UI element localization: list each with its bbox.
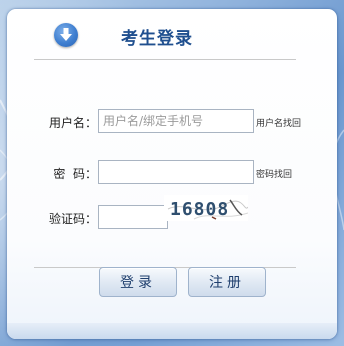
username-retrieve-link[interactable]: 用户名找回 [256,116,301,129]
captcha-label: 验证码： [48,212,97,226]
page-title: 考生登录 [121,29,193,49]
captcha-text: 16808 [170,199,229,220]
panel-footer-bar [7,323,337,339]
username-label: 用户名： [48,116,97,130]
register-button[interactable]: 注册 [188,267,266,297]
password-input[interactable] [98,160,254,184]
login-button[interactable]: 登录 [99,267,177,297]
password-retrieve-link[interactable]: 密码找回 [256,167,292,180]
captcha-image[interactable]: 16808 [164,195,248,221]
username-input[interactable] [98,109,254,133]
header-divider [34,59,296,60]
captcha-input[interactable] [98,205,168,229]
password-label: 密 码： [53,167,97,181]
download-arrow-icon [54,23,78,47]
